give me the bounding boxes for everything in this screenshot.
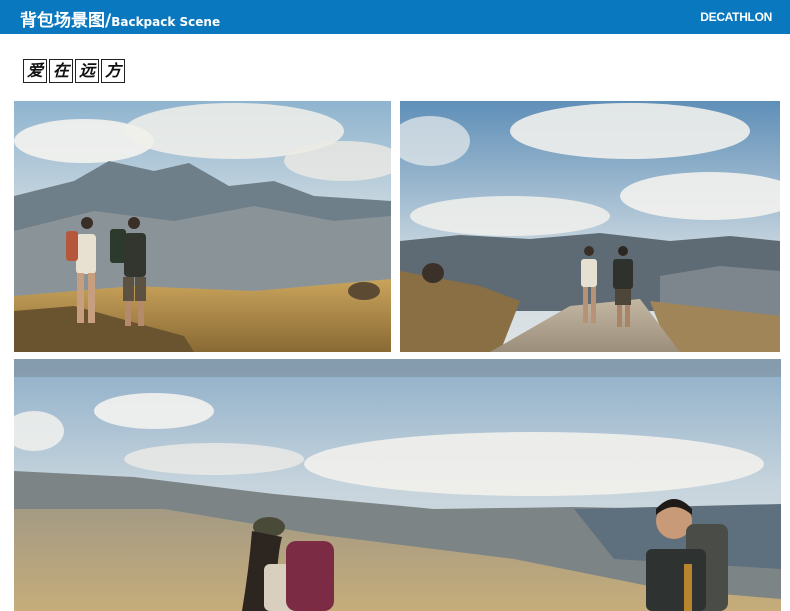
stamp-char: 爱 — [23, 59, 47, 83]
title-cn: 背包场景图/ — [20, 11, 112, 31]
title-en: Backpack Scene — [111, 15, 221, 29]
stamp-heading: 爱 在 远 方 — [23, 59, 127, 83]
brand-logo: DECATHLON — [700, 10, 772, 24]
photo-hikers-closeup — [14, 359, 781, 611]
stamp-char: 方 — [101, 59, 125, 83]
stamp-char: 远 — [75, 59, 99, 83]
photo-hikers-mountain — [14, 101, 391, 352]
photo-hikers-trail — [400, 101, 780, 352]
header-bar: 背包场景图/Backpack Scene DECATHLON — [0, 0, 790, 34]
stamp-char: 在 — [49, 59, 73, 83]
page-title: 背包场景图/Backpack Scene — [20, 6, 220, 31]
